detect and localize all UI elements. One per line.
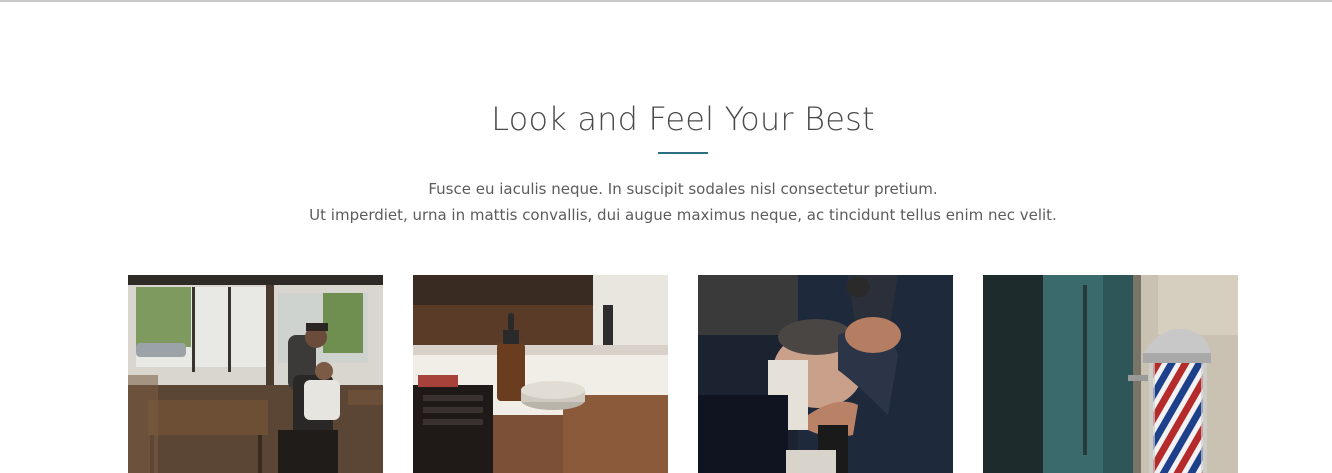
section-title: Look and Feel Your Best (491, 100, 875, 138)
straight-razor-shave-photo (698, 275, 953, 473)
beard-oil-and-grooming-products-photo (413, 275, 668, 473)
gallery-image-barber-pole[interactable] (983, 275, 1238, 473)
image-gallery (128, 275, 1238, 473)
description-line-1: Fusce eu iaculis neque. In suscipit soda… (428, 180, 938, 198)
barbershop-interior-photo (128, 275, 383, 473)
barber-pole-photo (983, 275, 1238, 473)
section-description: Fusce eu iaculis neque. In suscipit soda… (0, 176, 1332, 228)
services-intro-section: Look and Feel Your Best Fusce eu iaculis… (0, 0, 1332, 473)
description-line-2: Ut imperdiet, urna in mattis convallis, … (309, 206, 1057, 224)
gallery-image-razor-shave[interactable] (698, 275, 953, 473)
gallery-image-barbershop[interactable] (128, 275, 383, 473)
title-underline (658, 152, 708, 154)
gallery-image-grooming-products[interactable] (413, 275, 668, 473)
